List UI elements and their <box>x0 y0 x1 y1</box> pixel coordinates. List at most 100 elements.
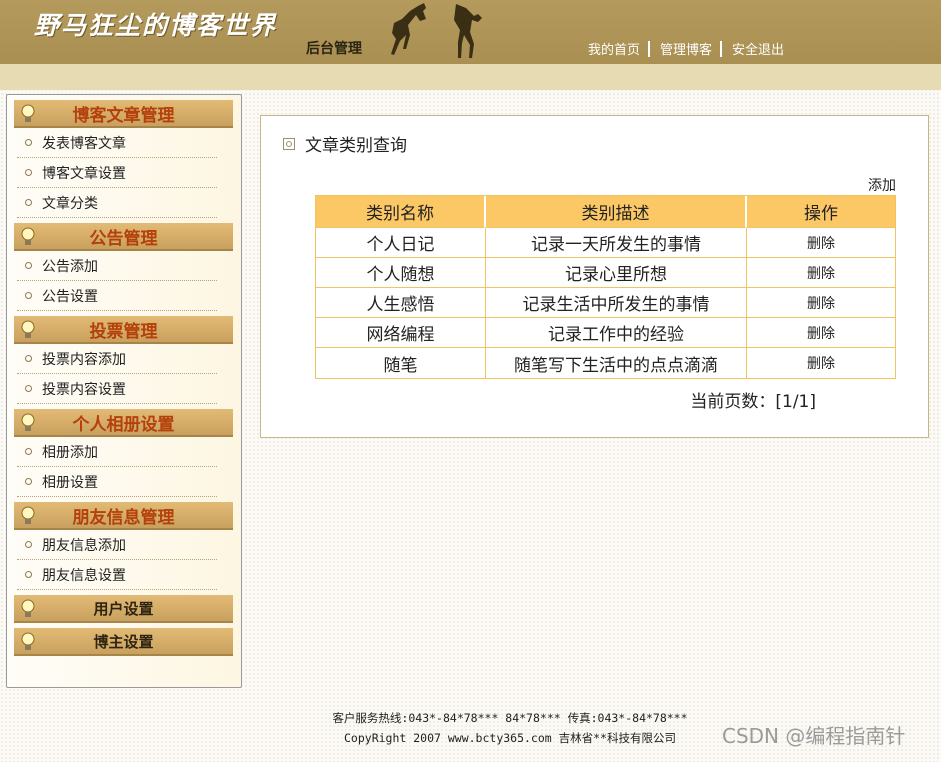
bullet-icon <box>25 292 32 299</box>
bullet-icon <box>25 169 32 176</box>
delete-link[interactable]: 删除 <box>747 288 895 318</box>
horse-icon <box>454 4 482 58</box>
category-description-cell: 记录生活中所发生的事情 <box>486 288 747 318</box>
category-table: 类别名称 类别描述 操作 个人日记 记录一天所发生的事情 删除 个人随想 记录心… <box>315 195 896 379</box>
bullet-icon <box>25 385 32 392</box>
category-name-cell: 个人日记 <box>316 228 486 258</box>
sidebar-item-label: 公告添加 <box>42 258 98 275</box>
table-row: 网络编程 记录工作中的经验 删除 <box>316 318 895 348</box>
bullet-icon <box>25 541 32 548</box>
bullet-icon <box>25 199 32 206</box>
sidebar-group-title: 公告管理 <box>89 228 158 249</box>
gear-icon <box>283 137 295 150</box>
sidebar-group-title: 博客文章管理 <box>72 105 175 126</box>
sidebar-item-label: 博客文章设置 <box>42 165 126 182</box>
footer-contact-line: 客户服务热线:043*-84*78*** 84*78*** 传真:043*-84… <box>332 711 688 725</box>
sidebar-item-add-vote[interactable]: 投票内容添加 <box>17 344 217 374</box>
bullet-icon <box>25 478 32 485</box>
column-header-description: 类别描述 <box>486 196 747 228</box>
sidebar-item-label: 相册设置 <box>42 474 98 491</box>
csdn-watermark: CSDN @编程指南针 <box>722 724 906 748</box>
sidebar-group-blogger-settings[interactable]: 博主设置 <box>14 628 233 656</box>
sidebar-group-title: 博主设置 <box>93 632 154 651</box>
nav-home-link[interactable]: 我的首页 <box>588 39 640 58</box>
top-navigation: 我的首页 管理博客 安全退出 <box>588 39 784 58</box>
sidebar-group-friends[interactable]: 朋友信息管理 <box>14 502 233 530</box>
lightbulb-icon <box>21 104 35 122</box>
category-description-cell: 记录工作中的经验 <box>486 318 747 348</box>
category-name-cell: 人生感悟 <box>316 288 486 318</box>
horse-icon <box>391 3 426 55</box>
bullet-icon <box>25 139 32 146</box>
delete-link[interactable]: 删除 <box>747 318 895 348</box>
lightbulb-icon <box>21 320 35 338</box>
delete-link[interactable]: 删除 <box>747 228 895 258</box>
nav-divider <box>720 40 723 57</box>
bullet-icon <box>25 355 32 362</box>
bullet-icon <box>25 262 32 269</box>
sidebar-group-announcements[interactable]: 公告管理 <box>14 223 233 251</box>
sidebar-item-label: 投票内容添加 <box>42 351 126 368</box>
page-indicator: 当前页数：[1/1] <box>690 392 816 412</box>
nav-manage-blog-link[interactable]: 管理博客 <box>660 39 712 58</box>
sidebar-item-label: 发表博客文章 <box>42 135 126 152</box>
category-name-cell: 个人随想 <box>316 258 486 288</box>
sidebar-item-label: 公告设置 <box>42 288 98 305</box>
site-header: 野马狂尘的博客世界 后台管理 我的首页 管理博客 安全退出 <box>0 0 941 64</box>
sidebar: 博客文章管理 发表博客文章 博客文章设置 文章分类 公告管理 公告添加 公告设置… <box>6 94 242 688</box>
sidebar-item-article-category[interactable]: 文章分类 <box>17 188 217 218</box>
sidebar-item-label: 朋友信息设置 <box>42 567 126 584</box>
header-subbar <box>0 64 941 90</box>
sidebar-item-article-settings[interactable]: 博客文章设置 <box>17 158 217 188</box>
category-name-cell: 随笔 <box>316 348 486 378</box>
panel-title-text: 文章类别查询 <box>305 136 407 156</box>
sidebar-item-friend-settings[interactable]: 朋友信息设置 <box>17 560 217 590</box>
bullet-icon <box>25 571 32 578</box>
sidebar-item-label: 相册添加 <box>42 444 98 461</box>
category-query-panel: 文章类别查询 添加 类别名称 类别描述 操作 个人日记 记录一天所发生的事情 删… <box>260 115 929 438</box>
column-header-name: 类别名称 <box>316 196 486 228</box>
table-row: 个人日记 记录一天所发生的事情 删除 <box>316 228 895 258</box>
sidebar-item-add-friend[interactable]: 朋友信息添加 <box>17 530 217 560</box>
table-row: 人生感悟 记录生活中所发生的事情 删除 <box>316 288 895 318</box>
sidebar-group-title: 用户设置 <box>93 599 154 618</box>
table-row: 个人随想 记录心里所想 删除 <box>316 258 895 288</box>
lightbulb-icon <box>21 599 35 617</box>
sidebar-item-add-album[interactable]: 相册添加 <box>17 437 217 467</box>
sidebar-group-votes[interactable]: 投票管理 <box>14 316 233 344</box>
sidebar-item-label: 文章分类 <box>42 195 98 212</box>
sidebar-item-album-settings[interactable]: 相册设置 <box>17 467 217 497</box>
sidebar-item-vote-settings[interactable]: 投票内容设置 <box>17 374 217 404</box>
category-description-cell: 记录心里所想 <box>486 258 747 288</box>
sidebar-group-title: 朋友信息管理 <box>72 507 175 528</box>
sidebar-group-title: 个人相册设置 <box>72 414 175 435</box>
table-row: 随笔 随笔写下生活中的点点滴滴 删除 <box>316 348 895 378</box>
footer-copyright-line: CopyRight 2007 www.bcty365.com 吉林省**科技有限… <box>344 731 676 745</box>
bullet-icon <box>25 448 32 455</box>
nav-divider <box>648 40 651 57</box>
footer: 客户服务热线:043*-84*78*** 84*78*** 传真:043*-84… <box>250 708 770 748</box>
lightbulb-icon <box>21 506 35 524</box>
category-name-cell: 网络编程 <box>316 318 486 348</box>
delete-link[interactable]: 删除 <box>747 348 895 378</box>
table-header-row: 类别名称 类别描述 操作 <box>316 196 895 228</box>
category-description-cell: 记录一天所发生的事情 <box>486 228 747 258</box>
panel-title: 文章类别查询 <box>283 131 407 156</box>
sidebar-item-publish-article[interactable]: 发表博客文章 <box>17 128 217 158</box>
sidebar-item-label: 投票内容设置 <box>42 381 126 398</box>
lightbulb-icon <box>21 632 35 650</box>
add-category-link[interactable]: 添加 <box>868 175 896 195</box>
column-header-action: 操作 <box>747 196 895 228</box>
sidebar-item-add-announcement[interactable]: 公告添加 <box>17 251 217 281</box>
delete-link[interactable]: 删除 <box>747 258 895 288</box>
sidebar-item-label: 朋友信息添加 <box>42 537 126 554</box>
sidebar-group-user-settings[interactable]: 用户设置 <box>14 595 233 623</box>
lightbulb-icon <box>21 413 35 431</box>
sidebar-item-announcement-settings[interactable]: 公告设置 <box>17 281 217 311</box>
sidebar-group-blog-articles[interactable]: 博客文章管理 <box>14 100 233 128</box>
sidebar-group-title: 投票管理 <box>89 321 158 342</box>
sidebar-group-album[interactable]: 个人相册设置 <box>14 409 233 437</box>
category-description-cell: 随笔写下生活中的点点滴滴 <box>486 348 747 378</box>
site-title: 野马狂尘的博客世界 <box>34 11 278 40</box>
nav-logout-link[interactable]: 安全退出 <box>732 39 784 58</box>
